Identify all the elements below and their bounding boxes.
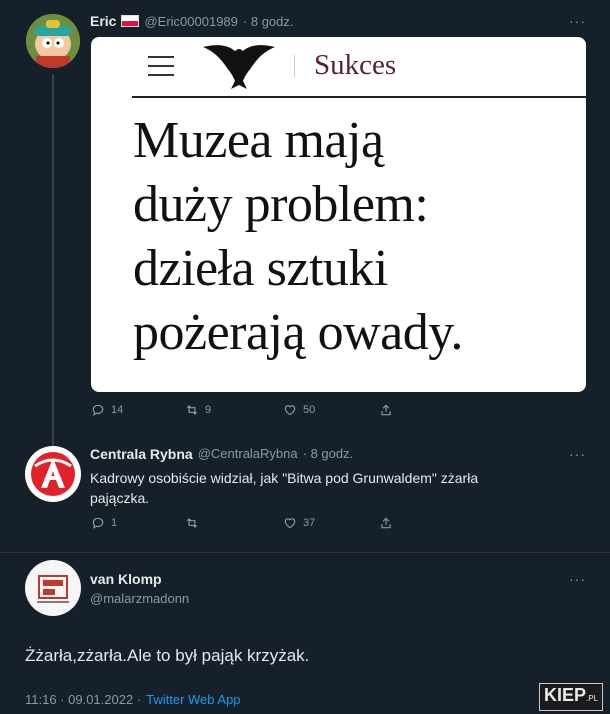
share-icon [381, 404, 391, 416]
share-button[interactable] [379, 403, 393, 417]
reply-button[interactable]: 1 [91, 516, 185, 530]
tweet1-header: Eric @Eric00001989 · 8 godz. [90, 13, 294, 29]
more-options-button[interactable]: ··· [569, 446, 586, 462]
tweet1-actions: 14 9 50 [91, 403, 411, 417]
reply-icon [92, 517, 104, 529]
tweet-time[interactable]: · 8 godz. [303, 446, 354, 462]
more-options-button[interactable]: ··· [569, 571, 586, 587]
like-count: 50 [303, 404, 316, 416]
heart-icon [284, 518, 296, 529]
tweet-time[interactable]: · 8 godz. [243, 14, 294, 29]
watermark-text: KIEP [544, 685, 587, 705]
like-button[interactable]: 37 [283, 516, 379, 530]
headline-line: duży problem: [133, 176, 429, 233]
share-icon [381, 517, 391, 529]
watermark-suffix: .PL [586, 694, 599, 703]
avatar-centrala-rybna[interactable] [25, 446, 81, 502]
flag-poland-icon [121, 15, 140, 27]
reply-button[interactable]: 14 [91, 403, 185, 417]
author-name[interactable]: Centrala Rybna [90, 446, 193, 462]
eagle-logo-icon [201, 41, 277, 96]
avatar-eric[interactable] [26, 14, 80, 68]
author-name[interactable]: van Klomp [90, 571, 162, 587]
news-card-image[interactable]: Sukces Muzea mają duży problem: dzieła s… [91, 37, 586, 392]
tweet2-actions: 1 37 [91, 516, 411, 530]
reply-count: 1 [111, 517, 118, 529]
headline-line: dzieła sztuki [133, 240, 388, 297]
separator [0, 552, 610, 553]
brand-name: Sukces [314, 49, 397, 81]
headline-line: Muzea mają [133, 112, 384, 169]
reply-count: 14 [111, 404, 124, 416]
retweet-button[interactable] [185, 516, 283, 530]
avatar-van-klomp[interactable] [25, 560, 81, 616]
headline: Muzea mają duży problem: dzieła sztuki p… [133, 109, 463, 365]
author-name[interactable]: Eric [90, 13, 116, 29]
more-options-button[interactable]: ··· [569, 13, 586, 29]
kiep-watermark-logo: KIEP .PL [539, 683, 604, 711]
tweet3-text: Żżarła,zżarła.Ale to był pająk krzyżak. [25, 646, 310, 665]
thread-line [52, 74, 54, 472]
like-button[interactable]: 50 [283, 403, 379, 417]
retweet-icon [186, 405, 198, 415]
author-handle[interactable]: @CentralaRybna [198, 446, 298, 462]
card-header-rule [132, 96, 586, 98]
tweet2-text: Kadrowy osobiście widział, jak "Bitwa po… [90, 468, 560, 508]
tweet-text-line: Kadrowy osobiście widział, jak "Bitwa po… [90, 470, 479, 486]
source-app-link[interactable]: Twitter Web App [146, 692, 240, 707]
author-handle[interactable]: @malarzmadonn [90, 591, 189, 606]
tweet-footer: 11:16 · 09.01.2022 · Twitter Web App [25, 692, 241, 707]
retweet-button[interactable]: 9 [185, 403, 283, 417]
hamburger-menu-icon [148, 54, 174, 76]
retweet-count: 9 [205, 404, 212, 416]
like-count: 37 [303, 517, 316, 529]
retweet-icon [186, 518, 198, 528]
author-handle[interactable]: @Eric00001989 [144, 14, 237, 29]
heart-icon [284, 405, 296, 416]
tweet-text-line: pajączka. [90, 490, 150, 506]
tweet2-header: Centrala Rybna @CentralaRybna · 8 godz. [90, 446, 353, 462]
header-divider [294, 55, 295, 77]
reply-icon [92, 404, 104, 416]
share-button[interactable] [379, 516, 393, 530]
headline-line: pożerają owady. [133, 304, 463, 361]
tweet-timestamp[interactable]: 11:16 · 09.01.2022 · [25, 692, 141, 707]
